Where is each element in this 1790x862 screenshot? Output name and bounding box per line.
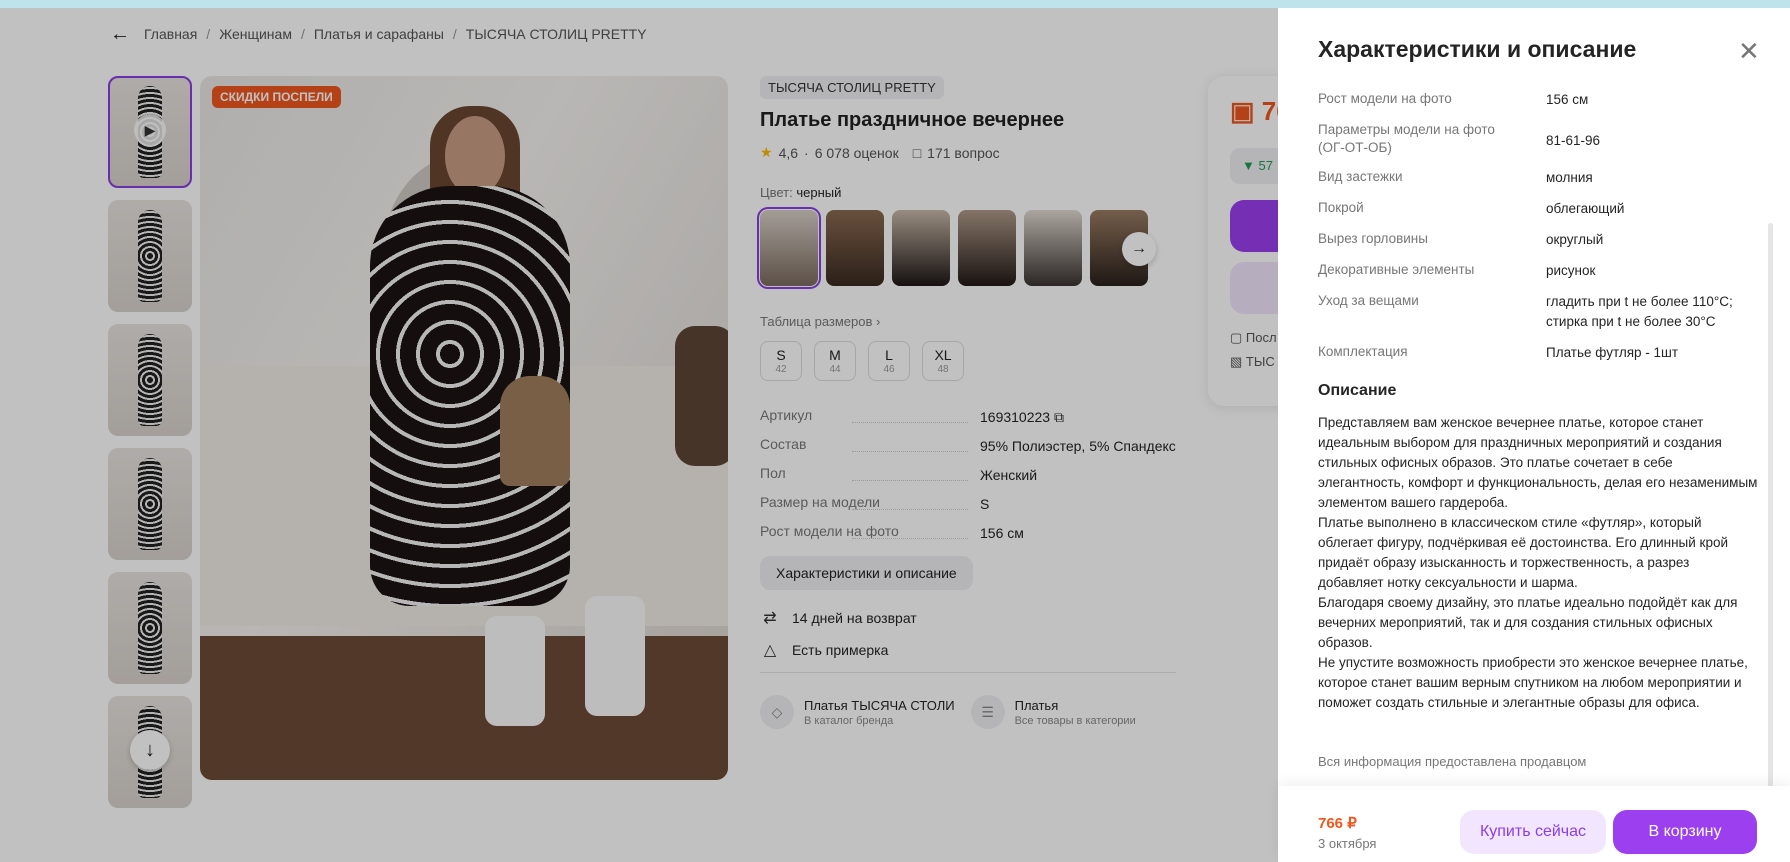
close-icon[interactable]: ✕ <box>1738 38 1760 64</box>
spec-key-text: Вырез горловины <box>1318 231 1428 246</box>
spec-key: Вид застежки <box>1318 168 1546 188</box>
spec-row: Рост модели на фото 156 см <box>1318 90 1758 110</box>
spec-row: Декоративные элементы рисунок <box>1318 261 1758 281</box>
spec-key-text: Покрой <box>1318 200 1364 215</box>
spec-key: Покрой <box>1318 199 1546 219</box>
spec-value: 156 см <box>1546 92 1589 107</box>
browser-top-strip <box>0 0 1790 8</box>
spec-value: гладить при t не более 110°C; стирка при… <box>1546 294 1733 329</box>
description-paragraph: Благодаря своему дизайну, это платье иде… <box>1318 595 1738 650</box>
spec-key: Комплектация <box>1318 343 1546 363</box>
description-paragraph: Не упустите возможность приобрести это ж… <box>1318 655 1748 710</box>
description-paragraph: Представляем вам женское вечернее платье… <box>1318 415 1758 510</box>
spec-value: Платье футляр - 1шт <box>1546 345 1679 360</box>
spec-key: Уход за вещами <box>1318 292 1546 332</box>
spec-row: Покрой облегающий <box>1318 199 1758 219</box>
spec-value: молния <box>1546 170 1593 185</box>
spec-value: 81-61-96 <box>1546 133 1601 148</box>
description-text: Представляем вам женское вечернее платье… <box>1318 413 1758 713</box>
spec-key: Вырез горловины <box>1318 230 1546 250</box>
delivery-date: 3 октября <box>1318 836 1377 851</box>
modal-backdrop[interactable] <box>0 8 1278 862</box>
footer-price: 766 ₽ <box>1318 815 1357 832</box>
description-heading: Описание <box>1318 382 1397 399</box>
spec-row: Вырез горловины округлый <box>1318 230 1758 250</box>
spec-value: рисунок <box>1546 263 1596 278</box>
spec-key-text: Вид застежки <box>1318 169 1403 184</box>
spec-key: Рост модели на фото <box>1318 90 1546 110</box>
panel-footer: 766 ₽ 3 октября Купить сейчас В корзину <box>1278 786 1790 862</box>
spec-key-text: Комплектация <box>1318 344 1408 359</box>
spec-row: Комплектация Платье футляр - 1шт <box>1318 343 1758 363</box>
spec-key: Параметры модели на фото (ОГ-ОТ-ОБ) <box>1318 121 1546 157</box>
spec-key: Декоративные элементы <box>1318 261 1546 281</box>
panel-title: Характеристики и описание <box>1318 36 1637 62</box>
spec-key-text: Параметры модели на фото (ОГ-ОТ-ОБ) <box>1318 122 1495 155</box>
seller-note: Вся информация предоставлена продавцом <box>1318 754 1587 769</box>
spec-value: облегающий <box>1546 201 1625 216</box>
spec-row: Параметры модели на фото (ОГ-ОТ-ОБ) 81-61… <box>1318 121 1758 157</box>
spec-row: Вид застежки молния <box>1318 168 1758 188</box>
add-to-cart-button[interactable]: В корзину <box>1613 810 1757 854</box>
scrollbar[interactable] <box>1768 223 1773 793</box>
description-paragraph: Платье выполнено в классическом стиле «ф… <box>1318 515 1729 590</box>
spec-key-text: Декоративные элементы <box>1318 262 1475 277</box>
characteristics-panel: Характеристики и описание ✕ Рост модели … <box>1278 8 1790 862</box>
buy-now-button[interactable]: Купить сейчас <box>1460 810 1606 854</box>
spec-key-text: Уход за вещами <box>1318 293 1419 308</box>
spec-row: Уход за вещами гладить при t не более 110… <box>1318 292 1758 332</box>
spec-value: округлый <box>1546 232 1604 247</box>
spec-key-text: Рост модели на фото <box>1318 91 1452 106</box>
spec-list: Рост модели на фото 156 см Параметры моде… <box>1318 90 1758 374</box>
